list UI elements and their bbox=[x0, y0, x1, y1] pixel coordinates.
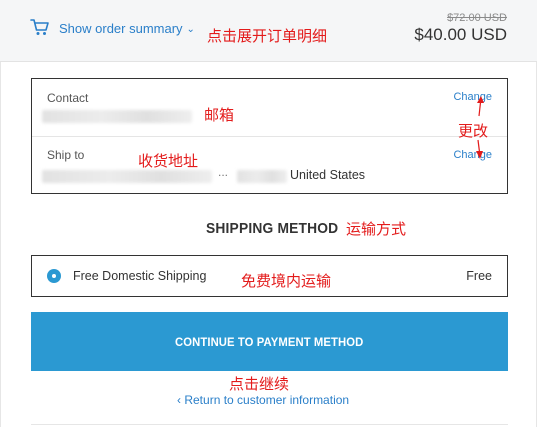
annotation-address: 收货地址 bbox=[138, 152, 199, 170]
ship-country: United States bbox=[290, 168, 366, 182]
return-link-label: Return to customer information bbox=[184, 393, 350, 407]
left-divider bbox=[0, 62, 1, 427]
shipping-option-name: Free Domestic Shipping bbox=[73, 269, 207, 283]
total-price: $40.00 USD bbox=[414, 25, 507, 44]
bottom-divider bbox=[31, 424, 508, 425]
summary-toggle-label: Show order summary bbox=[59, 21, 183, 36]
chevron-left-icon: ‹ bbox=[177, 393, 181, 407]
annotation-email: 邮箱 bbox=[204, 106, 235, 124]
annotation-method: 运输方式 bbox=[346, 220, 407, 238]
ship-address-redacted bbox=[42, 170, 212, 183]
review-info-box: Contact Change Ship to ... United States… bbox=[31, 78, 508, 194]
annotation-summary: 点击展开订单明细 bbox=[207, 27, 328, 45]
cart-icon[interactable] bbox=[30, 17, 50, 37]
ship-address-ellipsis: ... bbox=[218, 165, 229, 179]
ship-to-row: Ship to ... United States Change bbox=[32, 137, 507, 195]
continue-to-payment-button[interactable]: CONTINUE TO PAYMENT METHOD bbox=[31, 312, 508, 371]
show-order-summary-toggle[interactable]: Show order summary ⌄ bbox=[59, 21, 195, 36]
contact-email-redacted bbox=[42, 110, 192, 123]
annotation-continue: 点击继续 bbox=[229, 375, 290, 393]
shipping-option-price: Free bbox=[466, 269, 492, 283]
annotation-free-shipping: 免费境内运输 bbox=[241, 272, 332, 290]
contact-label: Contact bbox=[47, 91, 89, 105]
continue-button-label: CONTINUE TO PAYMENT METHOD bbox=[175, 334, 364, 349]
shipping-method-title: SHIPPING METHOD bbox=[206, 220, 339, 237]
original-price: $72.00 USD bbox=[447, 12, 507, 24]
chevron-down-icon: ⌄ bbox=[186, 24, 195, 35]
arrow-down-icon bbox=[476, 139, 483, 159]
ship-city-redacted bbox=[237, 170, 287, 183]
return-to-customer-info-link[interactable]: ‹ Return to customer information bbox=[177, 393, 349, 407]
ship-to-label: Ship to bbox=[47, 148, 85, 162]
contact-row: Contact Change bbox=[32, 79, 507, 137]
shipping-option-radio[interactable] bbox=[47, 269, 61, 283]
arrow-up-icon bbox=[477, 96, 484, 117]
